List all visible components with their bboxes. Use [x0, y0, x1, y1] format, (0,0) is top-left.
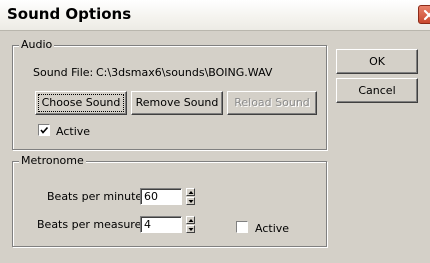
beats-per-minute-spinner[interactable]	[186, 188, 195, 205]
reload-sound-button[interactable]: Reload Sound	[227, 91, 317, 115]
cancel-label: Cancel	[358, 84, 396, 97]
ok-label: OK	[369, 55, 385, 68]
spin-down-arrow-icon	[188, 228, 194, 231]
beats-per-measure-spinner[interactable]	[186, 216, 195, 233]
checkmark-icon	[40, 126, 49, 134]
remove-sound-label: Remove Sound	[135, 96, 219, 109]
beats-per-minute-value: 60	[144, 190, 158, 203]
choose-sound-label: Choose Sound	[41, 96, 121, 109]
remove-sound-button[interactable]: Remove Sound	[131, 91, 223, 115]
window-title: Sound Options	[7, 5, 132, 23]
spin-up-arrow-icon	[188, 191, 194, 194]
metronome-active-label: Active	[255, 222, 290, 235]
close-icon	[423, 9, 430, 21]
beats-per-minute-label: Beats per minute:	[47, 190, 146, 203]
beats-per-measure-down-button[interactable]	[186, 225, 195, 233]
reload-sound-label: Reload Sound	[234, 96, 310, 109]
beats-per-measure-label: Beats per measure:	[37, 218, 146, 231]
beats-per-minute-up-button[interactable]	[186, 188, 195, 196]
beats-per-measure-up-button[interactable]	[186, 216, 195, 224]
spin-up-arrow-icon	[188, 219, 194, 222]
audio-active-label: Active	[56, 125, 91, 138]
metronome-group-label: Metronome	[19, 154, 86, 167]
choose-sound-button[interactable]: Choose Sound	[35, 91, 127, 115]
close-button[interactable]	[418, 5, 430, 24]
metronome-active-checkbox[interactable]	[236, 221, 248, 233]
title-bar[interactable]: Sound Options	[0, 0, 430, 31]
beats-per-measure-value: 4	[144, 218, 151, 231]
sound-file-label: Sound File:	[33, 66, 94, 79]
beats-per-measure-input[interactable]: 4	[140, 216, 182, 233]
beats-per-minute-down-button[interactable]	[186, 197, 195, 205]
audio-active-checkbox[interactable]	[38, 124, 50, 136]
sound-file-path: C:\3dsmax6\sounds\BOING.WAV	[96, 66, 273, 79]
beats-per-minute-input[interactable]: 60	[140, 188, 182, 205]
ok-button[interactable]: OK	[336, 49, 418, 74]
spin-down-arrow-icon	[188, 200, 194, 203]
audio-group-label: Audio	[19, 38, 55, 51]
cancel-button[interactable]: Cancel	[336, 78, 418, 103]
